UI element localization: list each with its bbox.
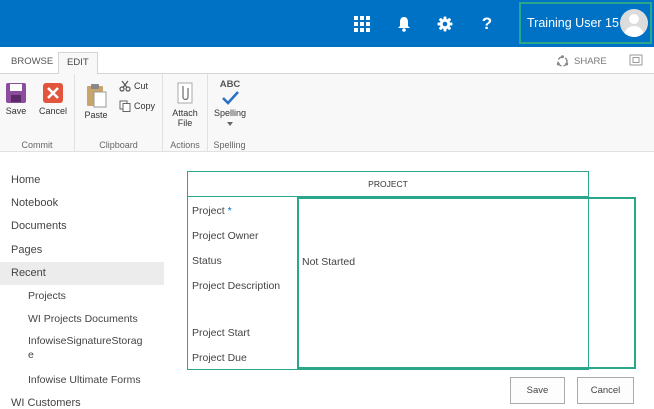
share-button[interactable]: SHARE <box>556 55 607 68</box>
form-header: PROJECT <box>188 171 588 197</box>
form-values-highlight <box>297 197 636 369</box>
nav-item-label-line1: InfowiseSignatureStorag <box>28 335 143 347</box>
save-button[interactable]: Save <box>510 377 565 404</box>
ribbon-group-actions: Attach File Actions <box>163 74 208 152</box>
ribbon-cancel-button[interactable]: Cancel <box>36 82 70 116</box>
gear-icon[interactable] <box>424 0 466 47</box>
field-label-project: Project * <box>192 205 232 217</box>
nav-item-notebook[interactable]: Notebook <box>0 192 164 215</box>
ribbon-tab-row: BROWSE EDIT SHARE <box>0 47 654 75</box>
copy-icon <box>119 100 131 112</box>
ribbon: Save Cancel Commit Paste Cut Copy Clipbo… <box>0 74 654 152</box>
field-label-project-owner: Project Owner <box>192 230 259 242</box>
ribbon-group-commit: Save Cancel Commit <box>0 74 75 152</box>
nav-item-infowise-signature-storage[interactable]: InfowiseSignatureStorag e <box>0 331 164 365</box>
save-icon <box>6 83 26 103</box>
group-label-actions: Actions <box>170 140 200 150</box>
share-icon <box>556 55 569 67</box>
suite-bar: ? Training User 15 <box>0 0 654 47</box>
nav-item-pages[interactable]: Pages <box>0 239 164 262</box>
ribbon-spelling-button[interactable]: ABC Spelling <box>212 80 248 128</box>
attach-label-line1: Attach <box>172 108 198 118</box>
save-label: Save <box>5 106 27 116</box>
share-label: SHARE <box>574 56 607 67</box>
attach-label-line2: File <box>177 118 193 128</box>
field-label-project-text: Project <box>192 205 225 217</box>
nav-item-label-line2: e <box>28 349 34 361</box>
cancel-label: Cancel <box>38 106 67 116</box>
focus-on-content-icon[interactable] <box>629 54 643 66</box>
nav-item-infowise-ultimate-forms[interactable]: Infowise Ultimate Forms <box>0 369 164 392</box>
paperclip-icon <box>177 82 193 104</box>
ribbon-attach-file-button[interactable]: Attach File <box>169 80 201 128</box>
avatar-icon <box>620 9 648 37</box>
cancel-button[interactable]: Cancel <box>577 377 634 404</box>
nav-item-recent[interactable]: Recent <box>0 262 164 285</box>
field-label-project-start: Project Start <box>192 327 250 339</box>
dropdown-arrow-icon <box>227 122 233 126</box>
ribbon-cut-button[interactable]: Cut <box>119 80 148 92</box>
abc-label: ABC <box>219 79 241 90</box>
cut-label: Cut <box>134 81 149 91</box>
field-label-project-description: Project Description <box>192 280 281 292</box>
nav-item-documents[interactable]: Documents <box>0 215 164 238</box>
nav-item-projects[interactable]: Projects <box>0 285 164 308</box>
field-label-project-due: Project Due <box>192 352 247 364</box>
nav-item-wi-customers[interactable]: WI Customers <box>0 392 164 409</box>
bell-icon[interactable] <box>383 0 425 47</box>
group-label-spelling: Spelling <box>213 140 246 150</box>
help-icon[interactable]: ? <box>466 0 508 47</box>
group-label-clipboard: Clipboard <box>99 140 138 150</box>
ribbon-copy-button[interactable]: Copy <box>119 100 155 112</box>
field-value-status: Not Started <box>302 256 356 268</box>
ribbon-group-spelling: ABC Spelling Spelling <box>208 74 251 152</box>
ribbon-save-button[interactable]: Save <box>3 82 29 116</box>
user-name: Training User 15 <box>527 16 619 30</box>
nav-item-wi-projects-documents[interactable]: WI Projects Documents <box>0 308 164 331</box>
tab-edit[interactable]: EDIT <box>58 52 98 75</box>
tab-browse[interactable]: BROWSE <box>3 52 61 74</box>
checkmark-icon <box>222 91 239 105</box>
nav-item-home[interactable]: Home <box>0 169 164 192</box>
user-menu[interactable]: Training User 15 <box>519 2 652 44</box>
group-label-commit: Commit <box>21 140 53 150</box>
spelling-label: Spelling <box>213 108 247 118</box>
paste-icon <box>87 84 107 108</box>
ribbon-group-clipboard: Paste Cut Copy Clipboard <box>75 74 163 152</box>
copy-label: Copy <box>134 101 156 111</box>
field-label-status: Status <box>192 255 222 267</box>
cancel-icon <box>43 83 63 103</box>
required-mark: * <box>227 205 232 217</box>
app-launcher-icon[interactable] <box>341 0 383 47</box>
ribbon-paste-button[interactable]: Paste <box>81 82 111 120</box>
paste-label: Paste <box>84 110 108 120</box>
scissors-icon <box>119 80 131 92</box>
